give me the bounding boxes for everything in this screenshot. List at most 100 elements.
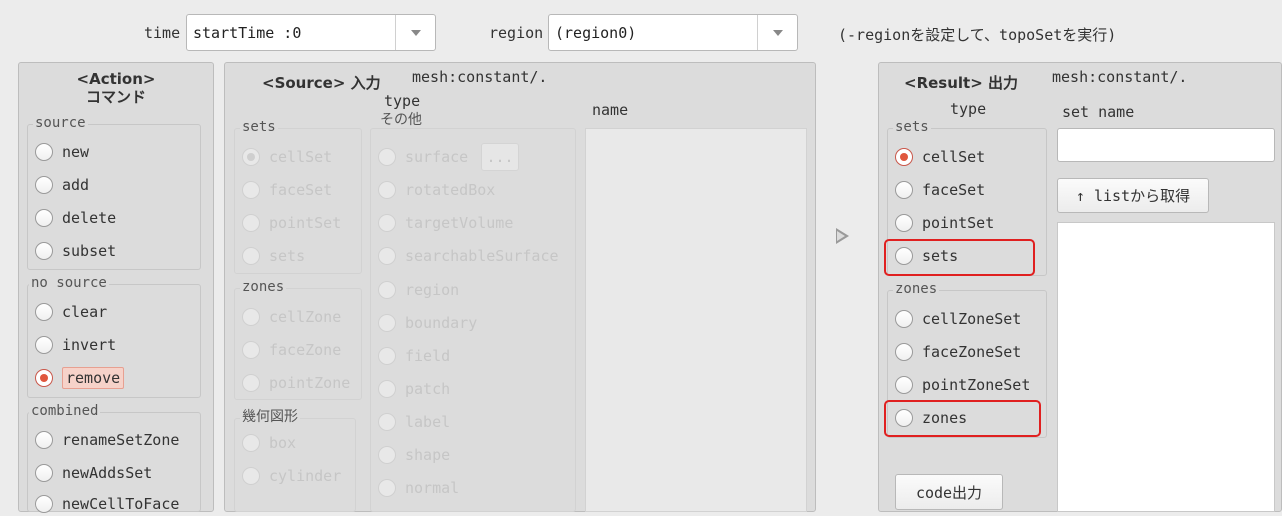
radio-newaddsset[interactable]: newAddsSet [35,461,152,485]
radio-dot [378,281,396,299]
source-radio-cylinder[interactable]: cylinder [242,464,341,488]
source-type-label: type [384,92,421,110]
source-radio-targetvolume[interactable]: targetVolume [378,211,513,235]
result-sets-label: sets [893,119,931,135]
radio-dot [242,374,260,392]
source-radio-rotatedbox[interactable]: rotatedBox [378,178,495,202]
radio-dot [242,341,260,359]
result-type-label: type [950,100,987,118]
radio-dot [378,413,396,431]
source-radio-region[interactable]: region [378,278,459,302]
region-value: (region0) [555,23,637,42]
source-path: mesh:constant/. [412,68,548,86]
source-radio-cellzone[interactable]: cellZone [242,305,341,329]
result-set-list[interactable] [1057,222,1275,512]
source-radio-cellset[interactable]: cellSet [242,145,332,169]
combined-group-label: combined [29,403,101,419]
radio-new[interactable]: new [35,140,89,164]
radio-dot [895,310,913,328]
set-name-input[interactable] [1057,128,1275,162]
source-title: <Source> 入力 [262,74,381,92]
chevron-down-icon[interactable] [757,15,797,50]
result-setname-label: set name [1062,103,1135,121]
result-path: mesh:constant/. [1052,68,1188,86]
source-radio-normal[interactable]: normal [378,476,459,500]
source-group-label: source [33,115,88,131]
source-radio-field[interactable]: field [378,344,450,368]
radio-dot [35,176,53,194]
radio-dot [35,369,53,387]
radio-dot [895,181,913,199]
radio-dot [895,148,913,166]
radio-dot [378,479,396,497]
highlight-box-sets [884,239,1035,276]
source-radio-pointzone[interactable]: pointZone [242,371,350,395]
source-radio-patch[interactable]: patch [378,377,450,401]
radio-add[interactable]: add [35,173,89,197]
radio-subset[interactable]: subset [35,239,116,263]
radio-dot [242,247,260,265]
result-title: <Result> 出力 [904,74,1019,92]
chevron-down-icon[interactable] [395,15,435,50]
result-radio-cellzoneset[interactable]: cellZoneSet [895,307,1021,331]
source-radio-sets[interactable]: sets [242,244,305,268]
source-sets-label: sets [240,119,278,135]
radio-dot [242,181,260,199]
result-radio-pointzoneset[interactable]: pointZoneSet [895,373,1030,397]
radio-dot [35,242,53,260]
source-radio-box[interactable]: box [242,431,296,455]
radio-dot [378,446,396,464]
radio-renamesetzone[interactable]: renameSetZone [35,428,179,452]
play-arrow-icon [836,228,849,244]
source-radio-pointset[interactable]: pointSet [242,211,341,235]
radio-dot [35,303,53,321]
radio-dot [378,380,396,398]
result-radio-facezoneset[interactable]: faceZoneSet [895,340,1021,364]
nosource-group-label: no source [29,275,109,291]
radio-delete[interactable]: delete [35,206,116,230]
radio-dot [35,464,53,482]
radio-dot [378,247,396,265]
source-radio-surface[interactable]: surface [378,145,468,169]
region-label: region [489,24,544,42]
source-radio-shape[interactable]: shape [378,443,450,467]
result-radio-pointset[interactable]: pointSet [895,211,994,235]
time-value: startTime :0 [193,23,302,42]
result-zones-label: zones [893,281,940,297]
result-radio-cellset[interactable]: cellSet [895,145,985,169]
highlight-box-zones [884,400,1041,437]
result-radio-faceset[interactable]: faceSet [895,178,985,202]
radio-clear[interactable]: clear [35,300,107,324]
source-name-list[interactable] [585,128,807,512]
source-zones-label: zones [240,279,287,295]
radio-dot [378,214,396,232]
radio-dot [35,143,53,161]
radio-dot [378,148,396,166]
source-radio-boundary[interactable]: boundary [378,311,477,335]
radio-dot [35,431,53,449]
surface-browse-button[interactable]: ... [481,143,519,171]
source-radio-faceset[interactable]: faceSet [242,178,332,202]
radio-dot [895,376,913,394]
source-name-label: name [592,101,629,119]
source-geom-label: 幾何図形 [240,409,300,425]
region-combobox[interactable]: (region0) [548,14,798,51]
get-from-list-button[interactable]: ↑ listから取得 [1057,178,1209,213]
action-title: <Action> コマンド [76,70,156,106]
radio-remove[interactable]: remove [35,366,125,390]
source-other-label: その他 [378,112,424,128]
radio-dot [35,209,53,227]
source-radio-facezone[interactable]: faceZone [242,338,341,362]
code-output-button[interactable]: code出力 [895,474,1003,510]
radio-dot [242,214,260,232]
radio-invert[interactable]: invert [35,333,116,357]
radio-dot [242,308,260,326]
source-radio-searchablesurface[interactable]: searchableSurface [378,244,559,268]
time-combobox[interactable]: startTime :0 [186,14,436,51]
radio-dot [242,467,260,485]
radio-dot [242,434,260,452]
radio-newcelltoface[interactable]: newCellToFace [35,492,179,516]
source-radio-label[interactable]: label [378,410,450,434]
radio-dot [895,343,913,361]
radio-dot [378,181,396,199]
